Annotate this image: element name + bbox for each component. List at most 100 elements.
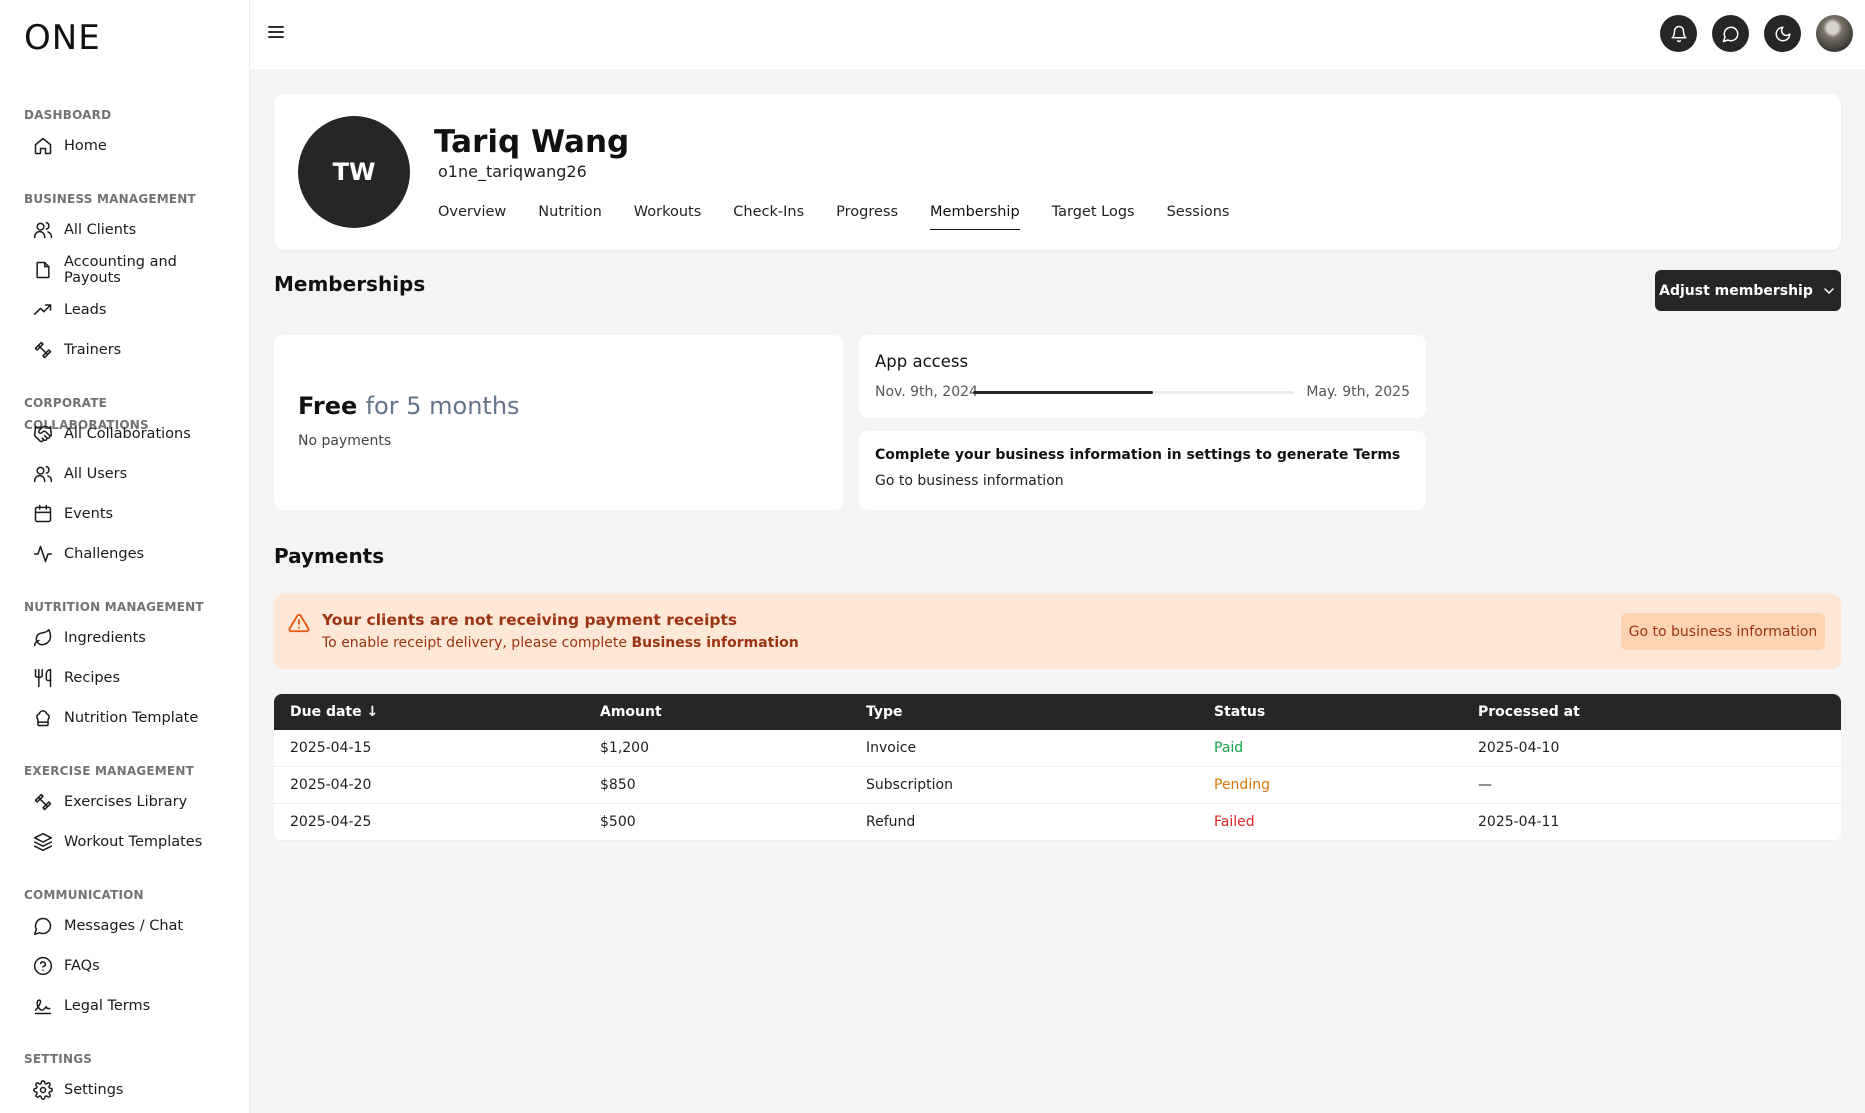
plan-card: Free for 5 months No payments (274, 335, 843, 510)
nav-section-business-management: BUSINESS MANAGEMENT (24, 192, 196, 206)
profile-name: Tariq Wang (434, 124, 630, 160)
cell-type: Refund (866, 814, 916, 830)
profile-card: TW Tariq Wang o1ne_tariqwang26 Overview N… (274, 94, 1841, 250)
cell-processed: — (1478, 777, 1492, 793)
alert-business-info-link[interactable]: Business information (631, 635, 798, 651)
sidebar-item-label: Events (64, 506, 114, 522)
app-access-card: App access Nov. 9th, 2024 May. 9th, 2025 (859, 335, 1426, 418)
sidebar-item-label: Legal Terms (64, 998, 151, 1014)
sidebar-item-label: Recipes (64, 670, 121, 686)
tab-sessions[interactable]: Sessions (1167, 204, 1230, 230)
help-icon (33, 956, 53, 976)
sidebar-item-nutrition-template[interactable]: Nutrition Template (0, 698, 250, 738)
top-bar (250, 0, 1865, 69)
cell-amount: $850 (600, 777, 636, 793)
cell-due: 2025-04-15 (290, 740, 372, 756)
chef-hat-icon (36, 710, 50, 727)
sidebar-item-faqs[interactable]: FAQs (0, 946, 250, 986)
chat-icon[interactable] (1712, 15, 1749, 52)
sidebar-item-challenges[interactable]: Challenges (0, 534, 250, 574)
sidebar-item-messages-chat[interactable]: Messages / Chat (0, 906, 250, 946)
sidebar-item-label: Challenges (64, 546, 145, 562)
profile-avatar: TW (298, 116, 410, 228)
sidebar-item-label: Home (64, 138, 107, 154)
table-row[interactable]: 2025-04-25 $500 Refund Failed 2025-04-11 (274, 804, 1841, 841)
sidebar-item-legal-terms[interactable]: Legal Terms (0, 986, 250, 1026)
sidebar-item-trainers[interactable]: Trainers (0, 330, 250, 370)
tab-overview[interactable]: Overview (438, 204, 506, 230)
nav-section-settings: SETTINGS (24, 1052, 93, 1066)
memberships-title: Memberships (274, 272, 426, 296)
sidebar-item-label: Nutrition Template (64, 710, 199, 726)
header-actions (1660, 15, 1853, 52)
moon-icon[interactable] (1764, 15, 1801, 52)
sidebar-item-home[interactable]: Home (0, 126, 250, 166)
sidebar-item-accounting-and-payouts[interactable]: Accounting and Payouts (0, 250, 250, 290)
tab-check-ins[interactable]: Check-Ins (733, 204, 804, 230)
cell-processed: 2025-04-10 (1478, 740, 1560, 756)
menu-icon[interactable] (266, 22, 286, 42)
app-access-progress (973, 391, 1294, 394)
app-logo[interactable]: ONE (24, 18, 101, 58)
tab-progress[interactable]: Progress (836, 204, 898, 230)
bell-icon[interactable] (1660, 15, 1697, 52)
sidebar-item-label: Workout Templates (64, 834, 203, 850)
cell-status: Failed (1214, 814, 1255, 830)
table-row[interactable]: 2025-04-15 $1,200 Invoice Paid 2025-04-10 (274, 730, 1841, 767)
go-to-business-info-button[interactable]: Go to business information (1621, 613, 1825, 650)
tab-membership[interactable]: Membership (930, 204, 1020, 230)
app-access-progress-fill (973, 391, 1153, 394)
sidebar-item-recipes[interactable]: Recipes (0, 658, 250, 698)
cell-amount: $1,200 (600, 740, 649, 756)
file-icon (36, 261, 50, 279)
trending-up-icon (33, 304, 52, 315)
sidebar-item-all-clients[interactable]: All Clients (0, 210, 250, 250)
column-amount: Amount (600, 704, 662, 720)
table-row[interactable]: 2025-04-20 $850 Subscription Pending — (274, 767, 1841, 804)
adjust-membership-button[interactable]: Adjust membership (1655, 270, 1841, 311)
users-icon (33, 221, 53, 239)
sidebar-item-label: Leads (64, 302, 107, 318)
app-access-start: Nov. 9th, 2024 (875, 384, 978, 400)
column-type: Type (866, 704, 903, 720)
chevron-down-icon (1824, 287, 1834, 294)
tab-target-logs[interactable]: Target Logs (1052, 204, 1135, 230)
utensils-icon (34, 668, 52, 688)
sidebar-item-all-users[interactable]: All Users (0, 454, 250, 494)
receipt-alert: Your clients are not receiving payment r… (274, 594, 1841, 669)
nav-gap (0, 738, 250, 760)
cell-processed: 2025-04-11 (1478, 814, 1560, 830)
sidebar-item-label: All Collaborations (64, 426, 191, 442)
nav-section-exercise-management: EXERCISE MANAGEMENT (24, 764, 194, 778)
sidebar-item-settings[interactable]: Settings (0, 1070, 250, 1110)
sidebar-item-workout-templates[interactable]: Workout Templates (0, 822, 250, 862)
app-access-end: May. 9th, 2025 (1306, 384, 1410, 400)
column-due-date[interactable]: Due date ↓ (274, 704, 600, 720)
plan-duration: for 5 months (365, 392, 520, 420)
sidebar-item-events[interactable]: Events (0, 494, 250, 534)
message-icon (33, 917, 52, 936)
cell-amount: $500 (600, 814, 636, 830)
signature-icon (34, 999, 52, 1015)
app-access-title: App access (875, 352, 969, 371)
payments-title: Payments (274, 544, 385, 568)
nav-gap (0, 1026, 250, 1048)
plan-payments: No payments (298, 433, 392, 449)
logo-text: ONE (24, 18, 101, 58)
leaf-icon (33, 628, 52, 647)
sidebar-item-ingredients[interactable]: Ingredients (0, 618, 250, 658)
alert-title: Your clients are not receiving payment r… (322, 611, 738, 629)
sidebar-item-exercises-library[interactable]: Exercises Library (0, 782, 250, 822)
table-body: 2025-04-15 $1,200 Invoice Paid 2025-04-10 202… (274, 730, 1841, 841)
user-avatar[interactable] (1816, 15, 1853, 52)
sidebar-item-leads[interactable]: Leads (0, 290, 250, 330)
go-to-business-info-link[interactable]: Go to business information (875, 473, 1064, 489)
tab-workouts[interactable]: Workouts (634, 204, 702, 230)
layers-icon (33, 832, 53, 852)
gear-icon (33, 1080, 53, 1100)
tab-nutrition[interactable]: Nutrition (538, 204, 602, 230)
nav-gap (0, 166, 250, 188)
nav-gap (0, 862, 250, 884)
cell-type: Invoice (866, 740, 917, 756)
dumbbell-icon (34, 341, 52, 359)
